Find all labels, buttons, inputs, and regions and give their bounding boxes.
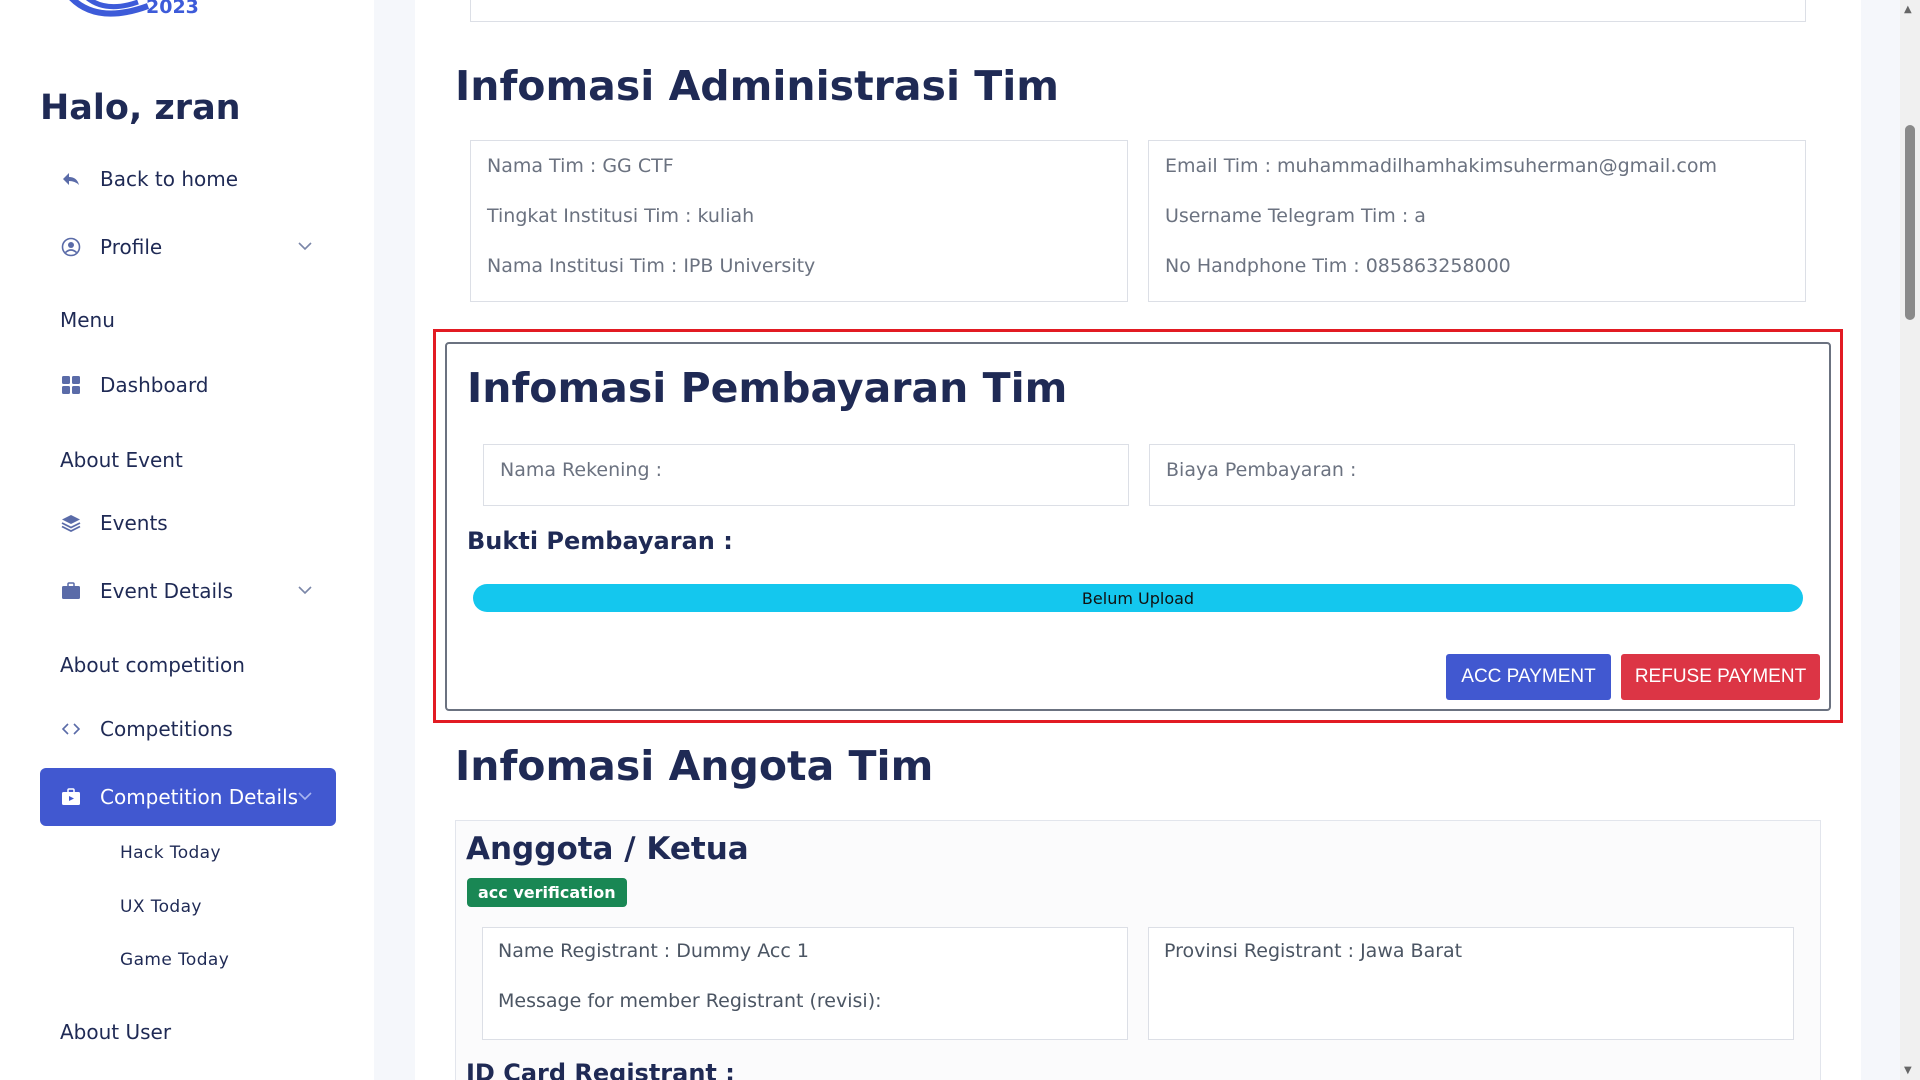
competitions-link[interactable]: Competitions [40,700,336,758]
briefcase-icon [60,786,82,808]
profile-menu[interactable]: Profile [40,218,336,276]
sidebar: 2023 Halo, zran Back to home Profile Men… [0,0,374,1080]
layers-icon [60,512,82,534]
grid-icon [60,374,82,396]
sub-item-game-today[interactable]: Game Today [120,950,229,970]
menu-section-label: Menu [60,308,115,332]
upload-status-text: Belum Upload [1081,588,1195,608]
events-link[interactable]: Events [40,494,336,552]
admin-section-title: Infomasi Administrasi Tim [455,62,1060,110]
about-user-section-label: About User [60,1020,172,1044]
member-card: Anggota / Ketua acc verification Name Re… [455,820,1821,1080]
competition-details-menu[interactable]: Competition Details [40,768,336,826]
about-competition-section-label: About competition [60,653,245,677]
team-phone: No Handphone Tim : 085863258000 [1165,255,1511,277]
refuse-payment-button[interactable]: REFUSE PAYMENT [1621,654,1820,700]
event-details-label: Event Details [100,579,233,603]
back-to-home-label: Back to home [100,167,239,191]
dashboard-label: Dashboard [100,373,209,397]
scroll-up-arrow-icon[interactable]: ▲ [1904,4,1912,15]
dashboard-link[interactable]: Dashboard [40,356,336,414]
member-right-box: Provinsi Registrant : Jawa Barat [1148,927,1794,1040]
chevron-down-icon [298,236,312,255]
sub-item-hack-today[interactable]: Hack Today [120,843,221,863]
previous-section-box [470,0,1806,22]
account-name-field: Nama Rekening : [483,444,1129,506]
reply-arrow-icon [60,168,82,190]
upload-status-bar: Belum Upload [473,584,1803,612]
about-event-section-label: About Event [60,448,183,472]
logo-year: 2023 [146,0,199,18]
payment-section-title: Infomasi Pembayaran Tim [467,364,1068,412]
scrollbar[interactable]: ▲ ▼ [1900,0,1920,1080]
team-telegram: Username Telegram Tim : a [1165,205,1426,227]
member-left-box: Name Registrant : Dummy Acc 1 Message fo… [482,927,1128,1040]
code-icon [60,718,82,740]
team-name: Nama Tim : GG CTF [487,155,674,177]
admin-right-box: Email Tim : muhammadilhamhakimsuherman@g… [1148,140,1806,302]
payment-card: Infomasi Pembayaran Tim Nama Rekening : … [445,342,1831,711]
back-to-home-link[interactable]: Back to home [40,150,336,208]
payment-cost-field: Biaya Pembayaran : [1149,444,1795,506]
id-card-label: ID Card Registrant : [466,1059,735,1080]
team-institution-level: Tingkat Institusi Tim : kuliah [487,205,755,227]
profile-label: Profile [100,235,163,259]
sub-item-ux-today[interactable]: UX Today [120,897,202,917]
greeting: Halo, zran [40,88,241,128]
chevron-down-icon [298,580,312,599]
scroll-down-arrow-icon[interactable]: ▼ [1904,1065,1912,1076]
status-badge: acc verification [467,878,627,907]
members-section-title: Infomasi Angota Tim [455,742,934,790]
user-circle-icon [60,236,82,258]
chevron-down-icon [298,786,312,805]
scroll-thumb[interactable] [1905,125,1915,320]
payment-proof-label: Bukti Pembayaran : [467,527,733,555]
team-email: Email Tim : muhammadilhamhakimsuherman@g… [1165,155,1717,177]
event-details-menu[interactable]: Event Details [40,562,336,620]
briefcase-icon [60,580,82,602]
registrant-name: Name Registrant : Dummy Acc 1 [498,940,809,962]
competition-details-label: Competition Details [100,785,299,809]
admin-left-box: Nama Tim : GG CTF Tingkat Institusi Tim … [470,140,1128,302]
competitions-label: Competitions [100,717,233,741]
team-institution-name: Nama Institusi Tim : IPB University [487,255,816,277]
registrant-message: Message for member Registrant (revisi): [498,990,882,1012]
registrant-province: Provinsi Registrant : Jawa Barat [1164,940,1463,962]
acc-payment-button[interactable]: ACC PAYMENT [1446,654,1611,700]
events-label: Events [100,511,168,535]
member-role-title: Anggota / Ketua [466,831,749,867]
